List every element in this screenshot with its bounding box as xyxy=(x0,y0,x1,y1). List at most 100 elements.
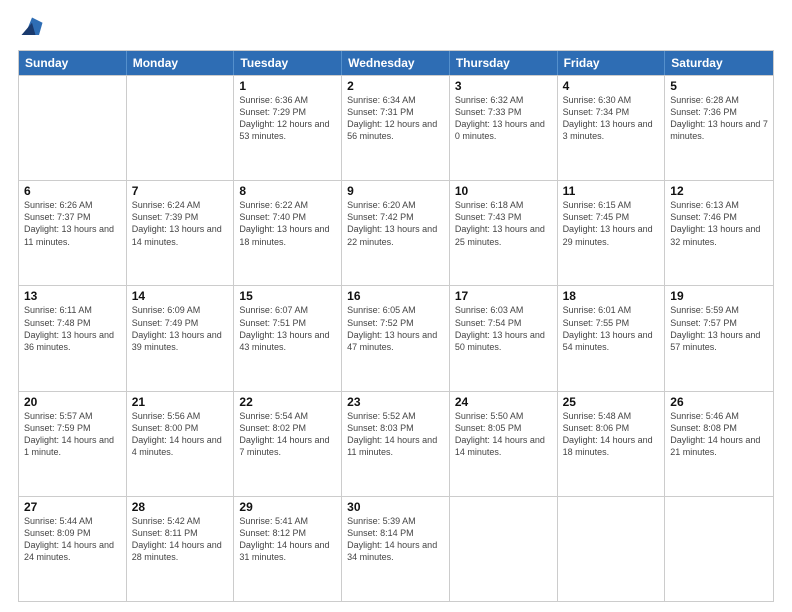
logo xyxy=(18,14,50,42)
calendar-cell: 3Sunrise: 6:32 AMSunset: 7:33 PMDaylight… xyxy=(450,76,558,180)
day-info: Sunrise: 6:05 AMSunset: 7:52 PMDaylight:… xyxy=(347,304,444,353)
day-number: 23 xyxy=(347,395,444,409)
calendar-cell: 7Sunrise: 6:24 AMSunset: 7:39 PMDaylight… xyxy=(127,181,235,285)
day-number: 9 xyxy=(347,184,444,198)
calendar-week-1: 1Sunrise: 6:36 AMSunset: 7:29 PMDaylight… xyxy=(19,75,773,180)
day-number: 11 xyxy=(563,184,660,198)
day-number: 1 xyxy=(239,79,336,93)
calendar-cell: 29Sunrise: 5:41 AMSunset: 8:12 PMDayligh… xyxy=(234,497,342,601)
day-number: 15 xyxy=(239,289,336,303)
day-number: 27 xyxy=(24,500,121,514)
calendar-cell: 27Sunrise: 5:44 AMSunset: 8:09 PMDayligh… xyxy=(19,497,127,601)
day-number: 28 xyxy=(132,500,229,514)
day-info: Sunrise: 6:22 AMSunset: 7:40 PMDaylight:… xyxy=(239,199,336,248)
calendar-cell: 23Sunrise: 5:52 AMSunset: 8:03 PMDayligh… xyxy=(342,392,450,496)
calendar-header-day-friday: Friday xyxy=(558,51,666,75)
day-info: Sunrise: 6:26 AMSunset: 7:37 PMDaylight:… xyxy=(24,199,121,248)
calendar-header-day-wednesday: Wednesday xyxy=(342,51,450,75)
calendar-cell: 5Sunrise: 6:28 AMSunset: 7:36 PMDaylight… xyxy=(665,76,773,180)
calendar-header: SundayMondayTuesdayWednesdayThursdayFrid… xyxy=(19,51,773,75)
day-info: Sunrise: 6:13 AMSunset: 7:46 PMDaylight:… xyxy=(670,199,768,248)
calendar-week-4: 20Sunrise: 5:57 AMSunset: 7:59 PMDayligh… xyxy=(19,391,773,496)
logo-icon xyxy=(18,14,46,42)
calendar-cell: 13Sunrise: 6:11 AMSunset: 7:48 PMDayligh… xyxy=(19,286,127,390)
day-info: Sunrise: 6:18 AMSunset: 7:43 PMDaylight:… xyxy=(455,199,552,248)
day-info: Sunrise: 5:57 AMSunset: 7:59 PMDaylight:… xyxy=(24,410,121,459)
day-number: 30 xyxy=(347,500,444,514)
calendar-cell xyxy=(558,497,666,601)
day-info: Sunrise: 5:39 AMSunset: 8:14 PMDaylight:… xyxy=(347,515,444,564)
calendar-cell: 4Sunrise: 6:30 AMSunset: 7:34 PMDaylight… xyxy=(558,76,666,180)
calendar-cell xyxy=(19,76,127,180)
day-info: Sunrise: 6:01 AMSunset: 7:55 PMDaylight:… xyxy=(563,304,660,353)
day-info: Sunrise: 6:09 AMSunset: 7:49 PMDaylight:… xyxy=(132,304,229,353)
day-number: 10 xyxy=(455,184,552,198)
calendar-body: 1Sunrise: 6:36 AMSunset: 7:29 PMDaylight… xyxy=(19,75,773,601)
day-info: Sunrise: 5:52 AMSunset: 8:03 PMDaylight:… xyxy=(347,410,444,459)
calendar: SundayMondayTuesdayWednesdayThursdayFrid… xyxy=(18,50,774,602)
day-number: 18 xyxy=(563,289,660,303)
calendar-cell: 8Sunrise: 6:22 AMSunset: 7:40 PMDaylight… xyxy=(234,181,342,285)
calendar-week-2: 6Sunrise: 6:26 AMSunset: 7:37 PMDaylight… xyxy=(19,180,773,285)
calendar-cell: 22Sunrise: 5:54 AMSunset: 8:02 PMDayligh… xyxy=(234,392,342,496)
day-number: 6 xyxy=(24,184,121,198)
day-info: Sunrise: 6:20 AMSunset: 7:42 PMDaylight:… xyxy=(347,199,444,248)
day-info: Sunrise: 6:15 AMSunset: 7:45 PMDaylight:… xyxy=(563,199,660,248)
calendar-header-day-thursday: Thursday xyxy=(450,51,558,75)
calendar-cell: 14Sunrise: 6:09 AMSunset: 7:49 PMDayligh… xyxy=(127,286,235,390)
calendar-header-day-sunday: Sunday xyxy=(19,51,127,75)
header xyxy=(18,14,774,42)
day-number: 16 xyxy=(347,289,444,303)
day-number: 29 xyxy=(239,500,336,514)
day-number: 2 xyxy=(347,79,444,93)
day-info: Sunrise: 6:07 AMSunset: 7:51 PMDaylight:… xyxy=(239,304,336,353)
day-number: 7 xyxy=(132,184,229,198)
calendar-cell: 19Sunrise: 5:59 AMSunset: 7:57 PMDayligh… xyxy=(665,286,773,390)
calendar-cell: 18Sunrise: 6:01 AMSunset: 7:55 PMDayligh… xyxy=(558,286,666,390)
day-info: Sunrise: 5:41 AMSunset: 8:12 PMDaylight:… xyxy=(239,515,336,564)
calendar-header-day-monday: Monday xyxy=(127,51,235,75)
day-info: Sunrise: 5:56 AMSunset: 8:00 PMDaylight:… xyxy=(132,410,229,459)
day-info: Sunrise: 6:30 AMSunset: 7:34 PMDaylight:… xyxy=(563,94,660,143)
day-info: Sunrise: 5:50 AMSunset: 8:05 PMDaylight:… xyxy=(455,410,552,459)
day-info: Sunrise: 6:32 AMSunset: 7:33 PMDaylight:… xyxy=(455,94,552,143)
day-info: Sunrise: 6:34 AMSunset: 7:31 PMDaylight:… xyxy=(347,94,444,143)
day-number: 12 xyxy=(670,184,768,198)
calendar-cell: 24Sunrise: 5:50 AMSunset: 8:05 PMDayligh… xyxy=(450,392,558,496)
calendar-header-day-tuesday: Tuesday xyxy=(234,51,342,75)
day-number: 14 xyxy=(132,289,229,303)
day-number: 3 xyxy=(455,79,552,93)
day-info: Sunrise: 5:54 AMSunset: 8:02 PMDaylight:… xyxy=(239,410,336,459)
day-number: 8 xyxy=(239,184,336,198)
calendar-cell: 26Sunrise: 5:46 AMSunset: 8:08 PMDayligh… xyxy=(665,392,773,496)
day-number: 21 xyxy=(132,395,229,409)
calendar-cell: 10Sunrise: 6:18 AMSunset: 7:43 PMDayligh… xyxy=(450,181,558,285)
calendar-cell: 1Sunrise: 6:36 AMSunset: 7:29 PMDaylight… xyxy=(234,76,342,180)
day-info: Sunrise: 6:28 AMSunset: 7:36 PMDaylight:… xyxy=(670,94,768,143)
day-info: Sunrise: 5:44 AMSunset: 8:09 PMDaylight:… xyxy=(24,515,121,564)
calendar-cell xyxy=(665,497,773,601)
day-info: Sunrise: 5:48 AMSunset: 8:06 PMDaylight:… xyxy=(563,410,660,459)
calendar-cell xyxy=(127,76,235,180)
calendar-cell: 12Sunrise: 6:13 AMSunset: 7:46 PMDayligh… xyxy=(665,181,773,285)
day-info: Sunrise: 5:59 AMSunset: 7:57 PMDaylight:… xyxy=(670,304,768,353)
calendar-cell: 21Sunrise: 5:56 AMSunset: 8:00 PMDayligh… xyxy=(127,392,235,496)
day-number: 26 xyxy=(670,395,768,409)
calendar-cell: 17Sunrise: 6:03 AMSunset: 7:54 PMDayligh… xyxy=(450,286,558,390)
calendar-cell: 6Sunrise: 6:26 AMSunset: 7:37 PMDaylight… xyxy=(19,181,127,285)
day-info: Sunrise: 5:42 AMSunset: 8:11 PMDaylight:… xyxy=(132,515,229,564)
calendar-week-3: 13Sunrise: 6:11 AMSunset: 7:48 PMDayligh… xyxy=(19,285,773,390)
calendar-week-5: 27Sunrise: 5:44 AMSunset: 8:09 PMDayligh… xyxy=(19,496,773,601)
calendar-cell xyxy=(450,497,558,601)
day-info: Sunrise: 6:24 AMSunset: 7:39 PMDaylight:… xyxy=(132,199,229,248)
day-info: Sunrise: 6:36 AMSunset: 7:29 PMDaylight:… xyxy=(239,94,336,143)
calendar-header-day-saturday: Saturday xyxy=(665,51,773,75)
day-info: Sunrise: 6:03 AMSunset: 7:54 PMDaylight:… xyxy=(455,304,552,353)
calendar-cell: 28Sunrise: 5:42 AMSunset: 8:11 PMDayligh… xyxy=(127,497,235,601)
calendar-cell: 11Sunrise: 6:15 AMSunset: 7:45 PMDayligh… xyxy=(558,181,666,285)
day-number: 19 xyxy=(670,289,768,303)
page: SundayMondayTuesdayWednesdayThursdayFrid… xyxy=(0,0,792,612)
day-number: 22 xyxy=(239,395,336,409)
day-number: 13 xyxy=(24,289,121,303)
calendar-cell: 25Sunrise: 5:48 AMSunset: 8:06 PMDayligh… xyxy=(558,392,666,496)
